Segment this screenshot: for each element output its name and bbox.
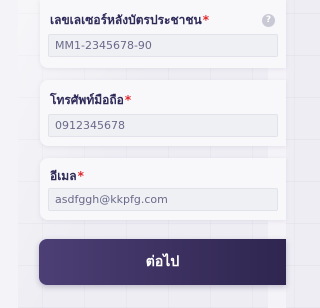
laser-id-label: เลขเลเซอร์หลังบัตรประชาชน* (50, 13, 210, 27)
next-button[interactable]: ต่อไป (39, 239, 286, 285)
required-asterisk: * (77, 169, 84, 183)
help-icon[interactable]: ? (262, 14, 275, 27)
required-asterisk: * (202, 13, 210, 27)
laser-id-input[interactable]: MM1-2345678-90 (48, 34, 278, 57)
mobile-phone-label: โทรศัพท์มือถือ* (50, 93, 132, 107)
required-asterisk: * (124, 93, 132, 107)
email-input[interactable]: asdfggh@kkpfg.com (48, 188, 278, 211)
email-field-card: อีเมล* asdfggh@kkpfg.com (40, 158, 286, 220)
left-edge-strip (0, 0, 18, 308)
laser-id-field-card: เลขเลเซอร์หลังบัตรประชาชน* ? MM1-2345678… (40, 0, 286, 68)
email-label: อีเมล* (50, 169, 84, 183)
mobile-phone-field-card: โทรศัพท์มือถือ* 0912345678 (40, 80, 286, 146)
mobile-phone-input[interactable]: 0912345678 (48, 114, 278, 137)
